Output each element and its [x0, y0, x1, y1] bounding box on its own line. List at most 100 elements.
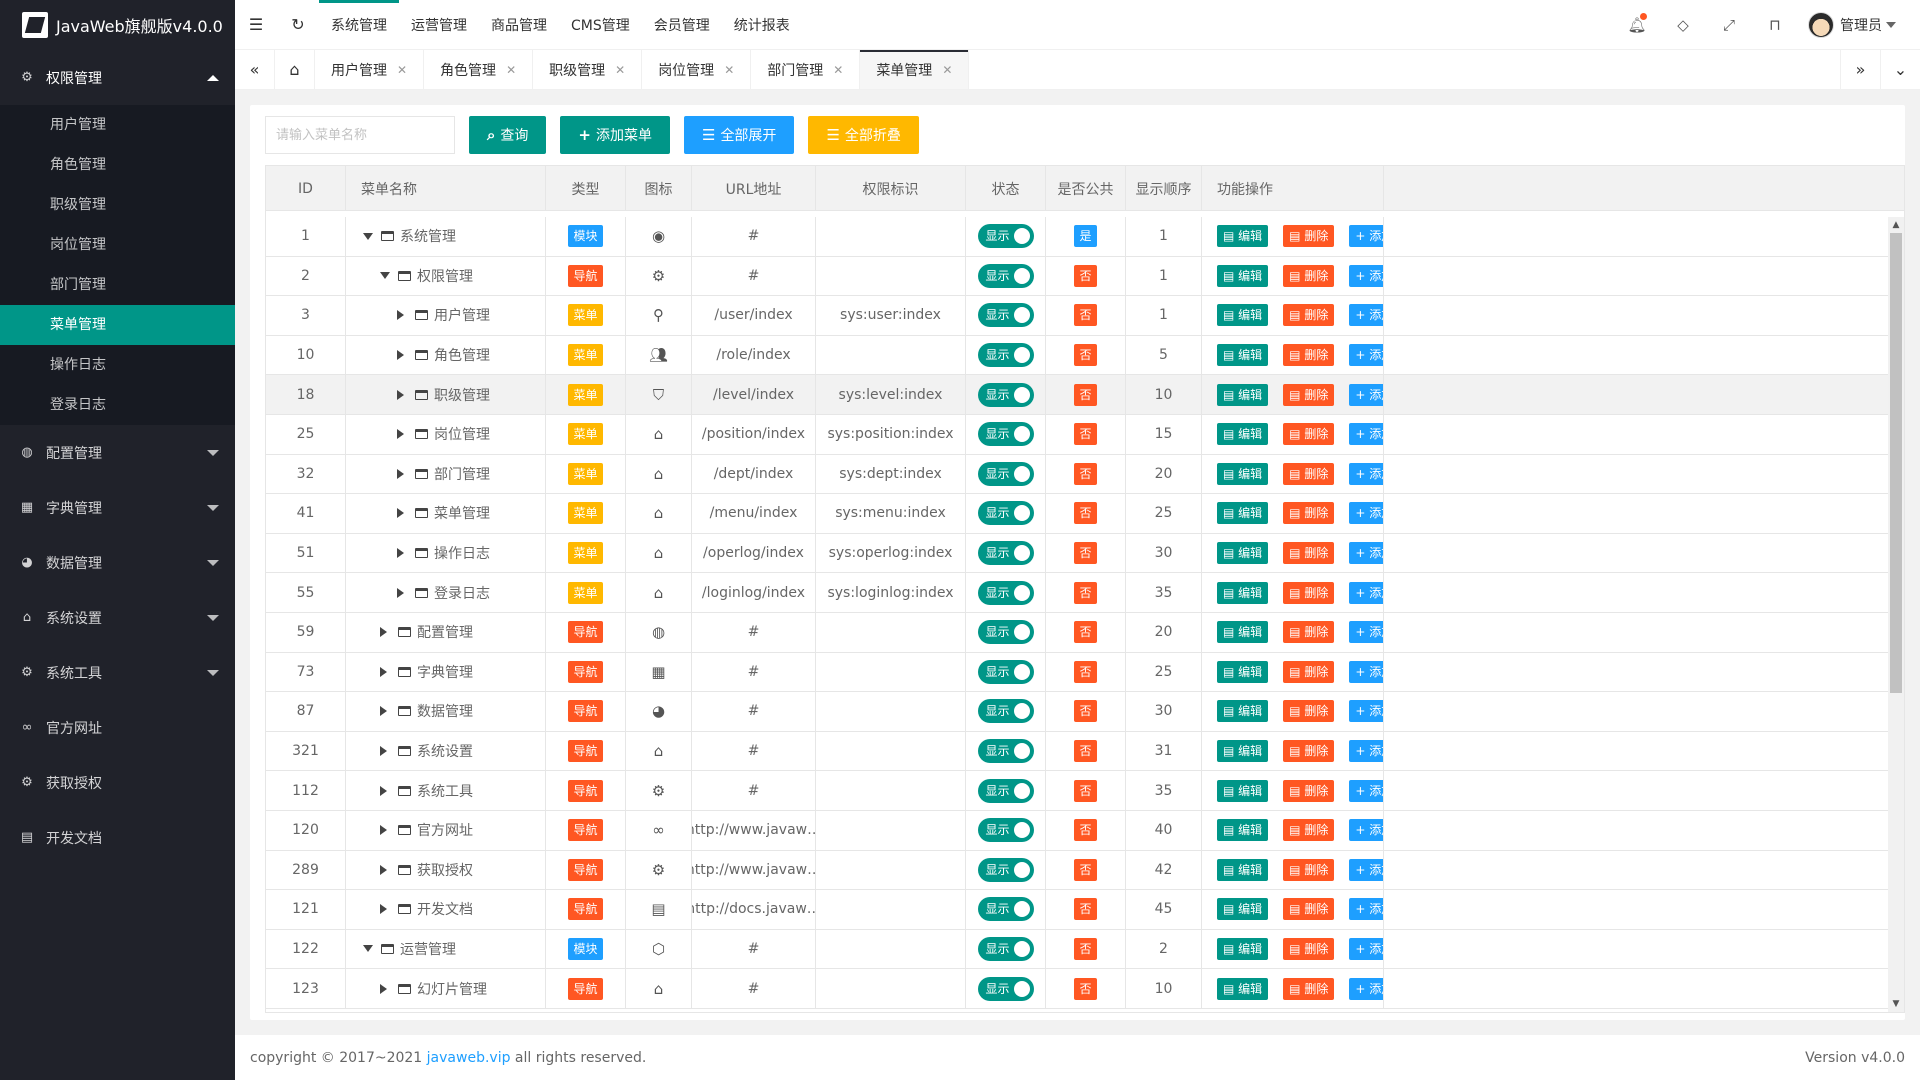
expand-arrow-icon[interactable]	[380, 864, 387, 875]
status-toggle[interactable]: 显示	[977, 818, 1034, 843]
add-child-button[interactable]: + 添加	[1349, 660, 1383, 683]
table-row[interactable]: 41 菜单管理 菜单 ⌂ /menu/index sys:menu:index 显示 否 25 ▤…	[266, 494, 1888, 534]
expand-arrow-icon[interactable]	[380, 904, 387, 915]
status-toggle[interactable]: 显示	[977, 659, 1034, 684]
delete-button[interactable]: ▤ 删除	[1283, 700, 1335, 723]
lock-icon[interactable]: ⊓	[1752, 0, 1798, 50]
close-icon[interactable]: ✕	[615, 63, 625, 77]
status-toggle[interactable]: 显示	[977, 897, 1034, 922]
add-menu-button[interactable]: + 添加菜单	[560, 116, 670, 154]
delete-button[interactable]: ▤ 删除	[1283, 660, 1335, 683]
status-toggle[interactable]: 显示	[977, 303, 1034, 328]
delete-button[interactable]: ▤ 删除	[1283, 502, 1335, 525]
scroll-thumb[interactable]	[1890, 233, 1902, 693]
sidebar-subitem[interactable]: 操作日志	[0, 345, 235, 385]
expand-arrow-icon[interactable]	[380, 983, 387, 994]
table-row[interactable]: 112系统工具导航⚙#显示否35▤ 编辑▤ 删除+ 添加	[266, 771, 1888, 811]
expand-arrow-icon[interactable]	[380, 627, 387, 638]
expand-arrow-icon[interactable]	[380, 746, 387, 757]
sidebar-item-2[interactable]: ▦ 字典管理	[0, 480, 235, 535]
close-icon[interactable]: ✕	[942, 63, 952, 77]
close-icon[interactable]: ✕	[724, 63, 734, 77]
top-menu-item[interactable]: 商品管理	[479, 0, 559, 50]
tabs-dropdown-icon[interactable]: ⌄	[1880, 50, 1920, 89]
status-toggle[interactable]: 显示	[977, 699, 1034, 724]
add-child-button[interactable]: + 添加	[1349, 858, 1383, 881]
edit-button[interactable]: ▤ 编辑	[1217, 858, 1269, 881]
status-toggle[interactable]: 显示	[977, 620, 1034, 645]
close-icon[interactable]: ✕	[397, 63, 407, 77]
expand-arrow-icon[interactable]	[397, 389, 404, 400]
expand-all-button[interactable]: ☰ 全部展开	[683, 116, 795, 154]
tab-item[interactable]: 部门管理 ✕	[751, 50, 861, 89]
expand-arrow-icon[interactable]	[397, 429, 404, 440]
expand-arrow-icon[interactable]	[397, 587, 404, 598]
collapse-all-button[interactable]: ☰ 全部折叠	[808, 116, 919, 154]
tab-item[interactable]: 岗位管理 ✕	[642, 50, 752, 89]
add-child-button[interactable]: + 添加	[1349, 344, 1383, 367]
top-menu-item[interactable]: 系统管理	[319, 0, 399, 50]
table-row[interactable]: 55 登录日志 菜单 ⌂ /loginlog/index sys:loginlog:ind…	[266, 573, 1888, 613]
collapse-arrow-icon[interactable]	[380, 272, 390, 280]
sidebar-subitem[interactable]: 部门管理	[0, 265, 235, 305]
table-row[interactable]: 18 职级管理 菜单 ⛉ /level/index sys:level:index 显示 否 1…	[266, 375, 1888, 415]
status-toggle[interactable]: 显示	[977, 976, 1034, 1001]
edit-button[interactable]: ▤ 编辑	[1217, 462, 1269, 485]
sidebar-item-7[interactable]: ⚙ 获取授权	[0, 755, 235, 810]
sidebar-subitem[interactable]: 用户管理	[0, 105, 235, 145]
collapse-arrow-icon[interactable]	[363, 945, 373, 953]
status-toggle[interactable]: 显示	[977, 422, 1034, 447]
edit-button[interactable]: ▤ 编辑	[1217, 740, 1269, 763]
add-child-button[interactable]: + 添加	[1349, 383, 1383, 406]
table-row[interactable]: 1系统管理模块◉#显示是1▤ 编辑▤ 删除+ 添加	[266, 217, 1888, 257]
tab-item[interactable]: 角色管理 ✕	[424, 50, 534, 89]
table-row[interactable]: 289 获取授权 导航 ⚙ http://www.javaw… 显示否 42 ▤ 编辑 ▤ 删除…	[266, 850, 1888, 891]
status-toggle[interactable]: 显示	[977, 263, 1034, 288]
tabs-scroll-right-icon[interactable]: »	[1840, 50, 1880, 89]
table-row[interactable]: 2权限管理导航⚙#显示否1▤ 编辑▤ 删除+ 添加	[266, 256, 1888, 297]
table-row[interactable]: 73字典管理导航▦#显示否25▤ 编辑▤ 删除+ 添加	[266, 652, 1888, 693]
edit-button[interactable]: ▤ 编辑	[1217, 542, 1269, 565]
bell-icon[interactable]: 🔔︎	[1614, 0, 1660, 50]
top-menu-item[interactable]: 运营管理	[399, 0, 479, 50]
delete-button[interactable]: ▤ 删除	[1283, 740, 1335, 763]
menu-toggle-icon[interactable]: ☰	[235, 0, 277, 50]
status-toggle[interactable]: 显示	[977, 224, 1034, 249]
table-row[interactable]: 121 开发文档 导航 ▤ http://docs.javaw… 显示否 45 ▤ 编辑 ▤ 删…	[266, 890, 1888, 930]
close-icon[interactable]: ✕	[833, 63, 843, 77]
sidebar-item-1[interactable]: ◍ 配置管理	[0, 425, 235, 480]
delete-button[interactable]: ▤ 删除	[1283, 621, 1335, 644]
edit-button[interactable]: ▤ 编辑	[1217, 264, 1269, 287]
sidebar-subitem[interactable]: 角色管理	[0, 145, 235, 185]
site-link[interactable]: javaweb.vip	[427, 1050, 511, 1066]
tab-item[interactable]: 职级管理 ✕	[533, 50, 643, 89]
edit-button[interactable]: ▤ 编辑	[1217, 937, 1269, 960]
add-child-button[interactable]: + 添加	[1349, 977, 1383, 1000]
top-menu-item[interactable]: CMS管理	[559, 0, 642, 50]
delete-button[interactable]: ▤ 删除	[1283, 937, 1335, 960]
sidebar-item-5[interactable]: ⚙ 系统工具	[0, 645, 235, 700]
status-toggle[interactable]: 显示	[977, 739, 1034, 764]
delete-button[interactable]: ▤ 删除	[1283, 264, 1335, 287]
table-row[interactable]: 32 部门管理 菜单 ⌂ /dept/index sys:dept:index 显示 否 20 ▤…	[266, 454, 1888, 495]
tab-item[interactable]: 菜单管理 ✕	[860, 50, 970, 89]
add-child-button[interactable]: + 添加	[1349, 264, 1383, 287]
sidebar-item-0[interactable]: ⚙ 权限管理	[0, 50, 235, 105]
edit-button[interactable]: ▤ 编辑	[1217, 383, 1269, 406]
add-child-button[interactable]: + 添加	[1349, 581, 1383, 604]
sidebar-subitem[interactable]: 岗位管理	[0, 225, 235, 265]
tab-item[interactable]: 用户管理 ✕	[315, 50, 425, 89]
close-icon[interactable]: ✕	[506, 63, 516, 77]
table-row[interactable]: 59配置管理导航◍#显示否20▤ 编辑▤ 删除+ 添加	[266, 612, 1888, 653]
status-toggle[interactable]: 显示	[977, 382, 1034, 407]
edit-button[interactable]: ▤ 编辑	[1217, 779, 1269, 802]
sidebar-subitem[interactable]: 菜单管理	[0, 305, 235, 345]
sidebar-item-4[interactable]: ⌂ 系统设置	[0, 590, 235, 645]
top-menu-item[interactable]: 会员管理	[642, 0, 722, 50]
status-toggle[interactable]: 显示	[977, 580, 1034, 605]
add-child-button[interactable]: + 添加	[1349, 779, 1383, 802]
edit-button[interactable]: ▤ 编辑	[1217, 225, 1269, 248]
edit-button[interactable]: ▤ 编辑	[1217, 700, 1269, 723]
edit-button[interactable]: ▤ 编辑	[1217, 304, 1269, 327]
add-child-button[interactable]: + 添加	[1349, 304, 1383, 327]
